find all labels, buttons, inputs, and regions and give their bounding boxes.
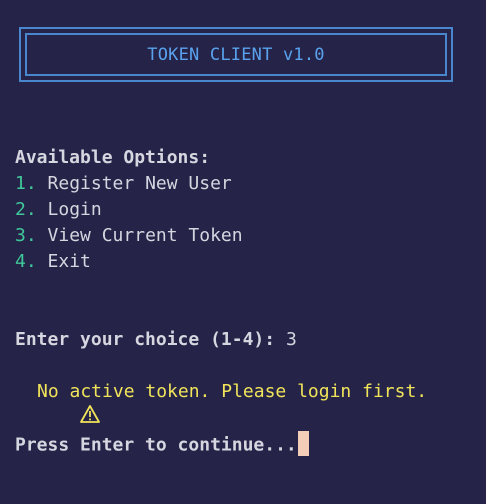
app-title: TOKEN CLIENT v1.0 <box>147 44 325 65</box>
menu-option-login: 2. Login <box>15 199 102 221</box>
continue-prompt-text: Press Enter to continue... <box>15 434 297 456</box>
warning-text: No active token. Please login first. <box>37 381 428 402</box>
option-number: 2. <box>15 199 37 220</box>
choice-prompt-label: Enter your choice (1-4): <box>15 329 276 350</box>
title-banner: TOKEN CLIENT v1.0 <box>19 27 453 82</box>
choice-input-value: 3 <box>285 329 297 350</box>
text-cursor[interactable] <box>297 431 309 456</box>
option-number: 4. <box>15 251 37 272</box>
menu-option-register: 1. Register New User <box>15 173 232 195</box>
option-label: Login <box>47 199 102 220</box>
warning-icon <box>15 382 100 423</box>
menu-heading: Available Options: <box>15 147 211 168</box>
option-label: Register New User <box>47 173 232 194</box>
warning-message: No active token. Please login first. <box>15 381 428 423</box>
option-label: View Current Token <box>47 225 243 246</box>
option-number: 3. <box>15 225 37 246</box>
title-banner-inner: TOKEN CLIENT v1.0 <box>25 33 447 76</box>
menu-option-view-token: 3. View Current Token <box>15 225 243 247</box>
option-number: 1. <box>15 173 37 194</box>
menu-option-exit: 4. Exit <box>15 251 91 273</box>
option-label: Exit <box>47 251 91 272</box>
terminal-window[interactable]: TOKEN CLIENT v1.0 Available Options: 1. … <box>0 0 486 504</box>
choice-prompt: Enter your choice (1-4): 3 <box>15 329 297 351</box>
continue-prompt[interactable]: Press Enter to continue... <box>15 431 309 458</box>
